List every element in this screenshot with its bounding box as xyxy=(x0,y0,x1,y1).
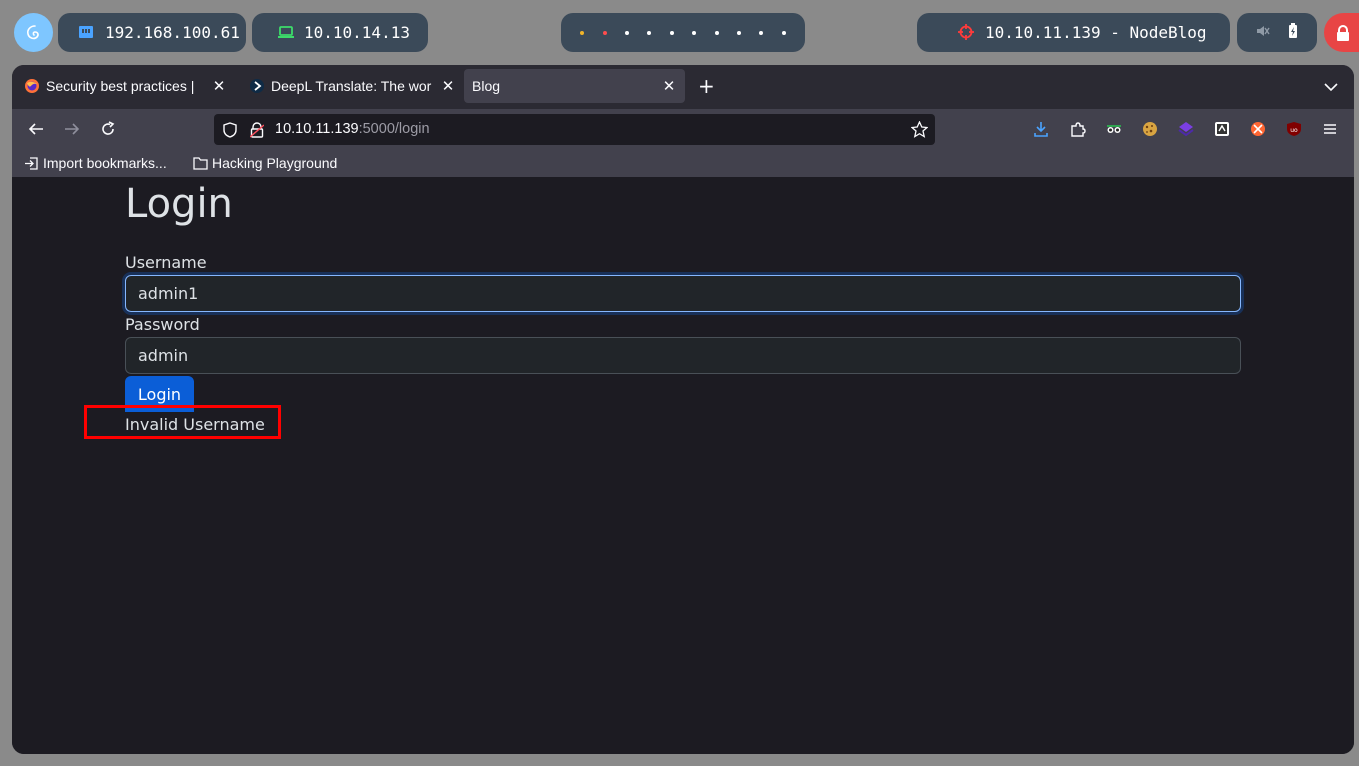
tab-title: Security best practices | xyxy=(46,78,195,94)
page-title: Login xyxy=(125,181,233,227)
laptop-icon xyxy=(277,24,295,42)
foxyproxy-icon[interactable] xyxy=(1106,121,1122,137)
new-tab-plus-icon[interactable]: + xyxy=(698,75,715,97)
tab-list-chevron-down-icon[interactable] xyxy=(1324,77,1338,96)
close-tab-icon[interactable]: ✕ xyxy=(661,77,677,95)
insecure-lock-icon[interactable] xyxy=(249,122,265,142)
lock-screen-button[interactable] xyxy=(1324,13,1359,52)
vpn-ip-widget[interactable]: 10.10.14.13 xyxy=(252,13,428,52)
url-host: 10.10.11.139 xyxy=(275,121,359,137)
page-content: Login Username Password Login Invalid Us… xyxy=(12,178,1354,754)
local-ip-widget[interactable]: 192.168.100.61 xyxy=(58,13,246,52)
workspace-dot-7[interactable] xyxy=(714,30,719,35)
folder-icon xyxy=(193,157,208,170)
tab-deepl-translate[interactable]: DeepL Translate: The wor ✕ xyxy=(241,69,464,103)
firefox-window: Security best practices | ✕ DeepL Transl… xyxy=(12,65,1354,754)
close-tab-icon[interactable]: ✕ xyxy=(440,77,456,95)
forward-arrow-icon[interactable] xyxy=(63,120,81,138)
tab-strip: Security best practices | ✕ DeepL Transl… xyxy=(12,65,1354,109)
username-input[interactable] xyxy=(125,275,1241,312)
back-arrow-icon[interactable] xyxy=(27,120,45,138)
local-ip-text: 192.168.100.61 xyxy=(105,23,240,42)
crosshair-icon xyxy=(958,23,976,42)
vpn-ip-text: 10.10.14.13 xyxy=(304,23,410,42)
deepl-icon xyxy=(249,78,265,94)
password-label: Password xyxy=(125,315,200,334)
svg-text:uo: uo xyxy=(1290,127,1298,134)
padlock-icon xyxy=(1337,24,1349,41)
ethernet-icon xyxy=(78,24,96,42)
workspace-dot-1[interactable] xyxy=(580,30,585,35)
workspace-dot-4[interactable] xyxy=(647,30,652,35)
hamburger-menu-icon[interactable] xyxy=(1322,121,1338,137)
cookie-editor-icon[interactable] xyxy=(1142,121,1158,137)
muted-speaker-icon[interactable] xyxy=(1256,23,1270,42)
navigation-toolbar: 10.10.11.139:5000/login uo xyxy=(12,109,1354,149)
annotation-highlight-box xyxy=(84,405,281,439)
workspace-dot-2[interactable] xyxy=(602,30,607,35)
bookmark-folder-hacking-playground[interactable]: Hacking Playground xyxy=(193,155,337,171)
battery-icon[interactable] xyxy=(1288,22,1298,43)
ublock-origin-icon[interactable]: uo xyxy=(1286,121,1302,137)
firefox-icon xyxy=(24,78,40,94)
url-text: 10.10.11.139:5000/login xyxy=(275,121,430,137)
url-bar[interactable]: 10.10.11.139:5000/login xyxy=(214,114,935,145)
workspace-switcher[interactable] xyxy=(561,13,805,52)
workspace-dot-8[interactable] xyxy=(736,30,741,35)
workspace-dot-9[interactable] xyxy=(759,30,764,35)
debian-swirl-icon xyxy=(26,24,39,39)
username-label: Username xyxy=(125,253,207,272)
bookmark-label: Hacking Playground xyxy=(212,155,338,171)
hacktools-icon[interactable] xyxy=(1214,121,1230,137)
target-text: 10.10.11.139 - NodeBlog xyxy=(985,23,1207,42)
system-tray[interactable] xyxy=(1237,13,1317,52)
url-path: :5000/login xyxy=(358,121,430,137)
tab-security-best-practices[interactable]: Security best practices | ✕ xyxy=(16,69,235,103)
bookmark-star-icon[interactable] xyxy=(910,120,929,142)
workspace-dot-3[interactable] xyxy=(624,30,629,35)
password-input[interactable] xyxy=(125,337,1241,374)
tracking-protection-shield-icon[interactable] xyxy=(223,122,237,142)
workspace-dot-5[interactable] xyxy=(669,30,674,35)
bookmarks-toolbar: Import bookmarks... Hacking Playground xyxy=(12,149,1354,178)
debian-launcher-button[interactable] xyxy=(14,13,53,52)
workspace-dot-6[interactable] xyxy=(692,30,697,35)
download-icon[interactable] xyxy=(1033,121,1049,137)
import-icon xyxy=(25,156,38,170)
extensions-puzzle-icon[interactable] xyxy=(1070,121,1086,137)
workspace-dot-10[interactable] xyxy=(781,30,786,35)
wappalyzer-icon[interactable] xyxy=(1178,121,1194,137)
bookmark-import[interactable]: Import bookmarks... xyxy=(24,155,167,171)
tab-title: DeepL Translate: The wor xyxy=(271,78,432,94)
tab-blog[interactable]: Blog ✕ xyxy=(464,69,685,103)
reload-icon[interactable] xyxy=(99,120,117,138)
target-widget[interactable]: 10.10.11.139 - NodeBlog xyxy=(917,13,1230,52)
close-tab-icon[interactable]: ✕ xyxy=(211,77,227,95)
bookmark-label: Import bookmarks... xyxy=(43,155,167,171)
tab-title: Blog xyxy=(472,78,501,94)
burp-proxy-icon[interactable] xyxy=(1250,121,1266,137)
